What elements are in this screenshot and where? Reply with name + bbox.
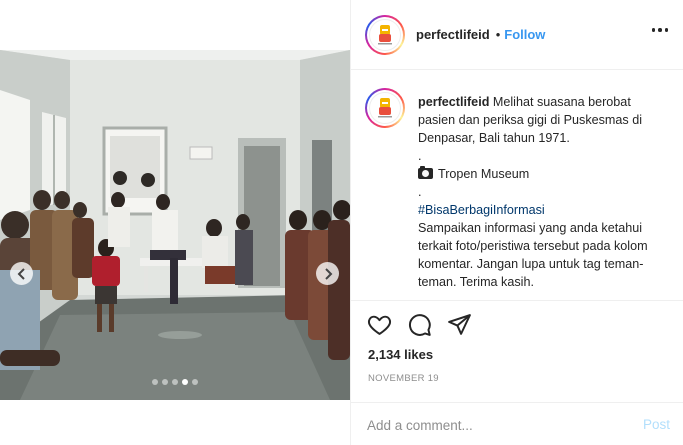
post-photo[interactable] <box>0 50 350 400</box>
caption-username[interactable]: perfectlifeid <box>418 95 489 109</box>
comment-icon[interactable] <box>407 312 432 337</box>
separator-dot: • <box>495 27 501 42</box>
heart-icon[interactable] <box>367 312 392 337</box>
share-icon[interactable] <box>447 312 472 337</box>
comment-input[interactable] <box>367 416 617 434</box>
carousel-next-button[interactable] <box>316 262 339 285</box>
caption-credit: Tropen Museum <box>438 167 530 181</box>
chevron-right-icon <box>324 267 332 280</box>
caption-hashtag[interactable]: #BisaBerbagiInformasi <box>418 201 670 219</box>
post-author-username[interactable]: perfectlifeid <box>416 27 490 42</box>
carousel-dot <box>192 379 198 385</box>
carousel-prev-button[interactable] <box>10 262 33 285</box>
camera-icon <box>418 166 433 179</box>
caption-text: perfectlifeid Melihat suasana berobat pa… <box>418 93 670 291</box>
carousel-dot <box>152 379 158 385</box>
carousel-dot <box>162 379 168 385</box>
post-caption: perfectlifeid Melihat suasana berobat pa… <box>365 88 675 296</box>
carousel-dot <box>182 379 188 385</box>
post-media <box>0 0 350 445</box>
carousel-dot <box>172 379 178 385</box>
post-actions: 2,134 likes NOVEMBER 19 Post <box>351 300 683 445</box>
follow-button[interactable]: Follow <box>504 27 545 42</box>
carousel-indicator <box>0 379 350 385</box>
caption-dot: . <box>418 185 422 199</box>
caption-dot: . <box>418 149 422 163</box>
clinic-waiting-room-photo <box>0 50 350 400</box>
post-header: perfectlifeid • Follow <box>351 0 683 70</box>
post-panel: perfectlifeid • Follow perfectlifeid Mel… <box>350 0 683 445</box>
caption-avatar[interactable] <box>365 88 405 128</box>
caption-body: Sampaikan informasi yang anda ketahui te… <box>418 221 648 289</box>
post-date: NOVEMBER 19 <box>368 373 439 384</box>
avatar[interactable] <box>365 14 405 55</box>
likes-count[interactable]: 2,134 likes <box>368 347 433 362</box>
more-options-icon[interactable] <box>651 28 668 32</box>
post-comment-button[interactable]: Post <box>643 417 670 432</box>
chevron-left-icon <box>17 267 25 280</box>
perfectlife-logo <box>378 24 392 44</box>
perfectlife-logo <box>378 98 392 118</box>
comment-bar: Post <box>351 402 683 445</box>
